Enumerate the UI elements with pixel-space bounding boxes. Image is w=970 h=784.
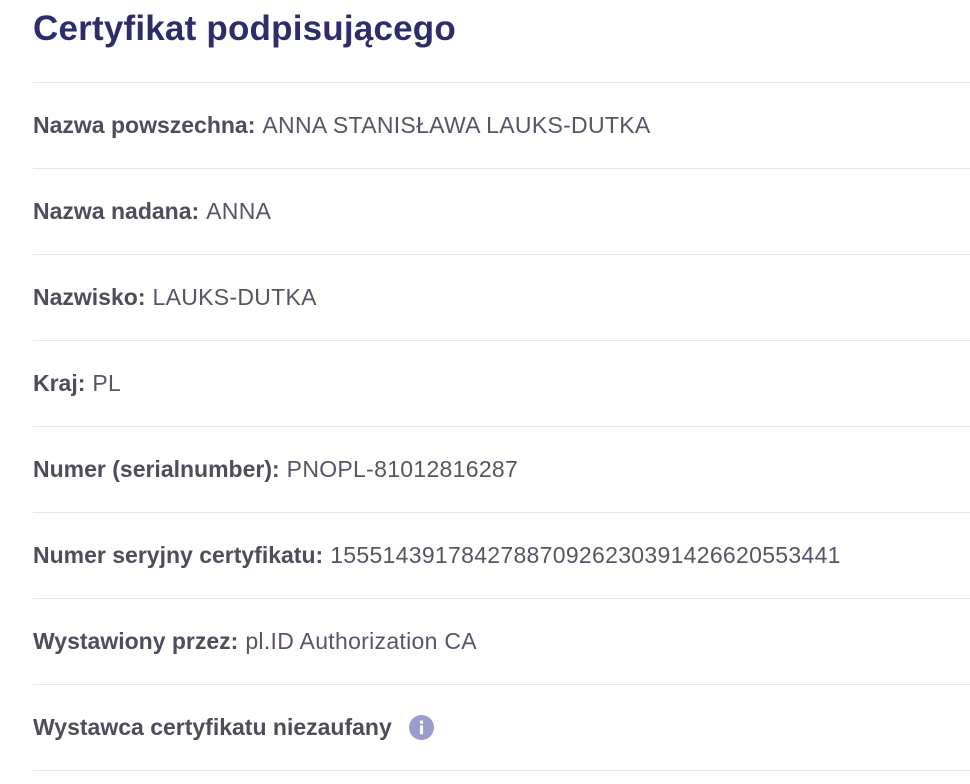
untrusted-issuer-label: Wystawca certyfikatu niezaufany	[33, 714, 392, 740]
signer-certificate-panel: Certyfikat podpisującego Nazwa powszechn…	[0, 0, 970, 784]
detail-row-certificate-serial: Numer seryjny certyfikatu: 1555143917842…	[33, 513, 970, 599]
detail-value: ANNA	[206, 198, 272, 224]
info-icon[interactable]	[408, 715, 434, 740]
detail-label: Numer seryjny certyfikatu:	[33, 542, 324, 568]
detail-value: PL	[92, 370, 122, 396]
detail-label: Nazwa powszechna:	[33, 112, 256, 138]
detail-value: 155514391784278870926230391426620553441	[330, 542, 841, 568]
detail-label: Numer (serialnumber):	[33, 456, 280, 482]
detail-value: ANNA STANISŁAWA LAUKS-DUTKA	[262, 112, 651, 138]
detail-row-serialnumber: Numer (serialnumber): PNOPL-81012816287	[33, 427, 970, 513]
detail-value: pl.ID Authorization CA	[245, 628, 477, 654]
detail-row-given-name: Nazwa nadana: ANNA	[33, 169, 970, 255]
detail-row-untrusted-issuer: Wystawca certyfikatu niezaufany	[33, 685, 970, 771]
detail-value: PNOPL-81012816287	[286, 456, 519, 482]
detail-row-surname: Nazwisko: LAUKS-DUTKA	[33, 255, 970, 341]
detail-label: Wystawiony przez:	[33, 628, 239, 654]
certificate-details-list: Nazwa powszechna: ANNA STANISŁAWA LAUKS-…	[33, 82, 970, 771]
detail-row-common-name: Nazwa powszechna: ANNA STANISŁAWA LAUKS-…	[33, 83, 970, 169]
page-title: Certyfikat podpisującego	[33, 9, 456, 48]
detail-label: Nazwa nadana:	[33, 198, 200, 224]
detail-label: Kraj:	[33, 370, 86, 396]
detail-row-country: Kraj: PL	[33, 341, 970, 427]
detail-row-issuer: Wystawiony przez: pl.ID Authorization CA	[33, 599, 970, 685]
detail-label: Nazwisko:	[33, 284, 146, 310]
detail-value: LAUKS-DUTKA	[152, 284, 317, 310]
